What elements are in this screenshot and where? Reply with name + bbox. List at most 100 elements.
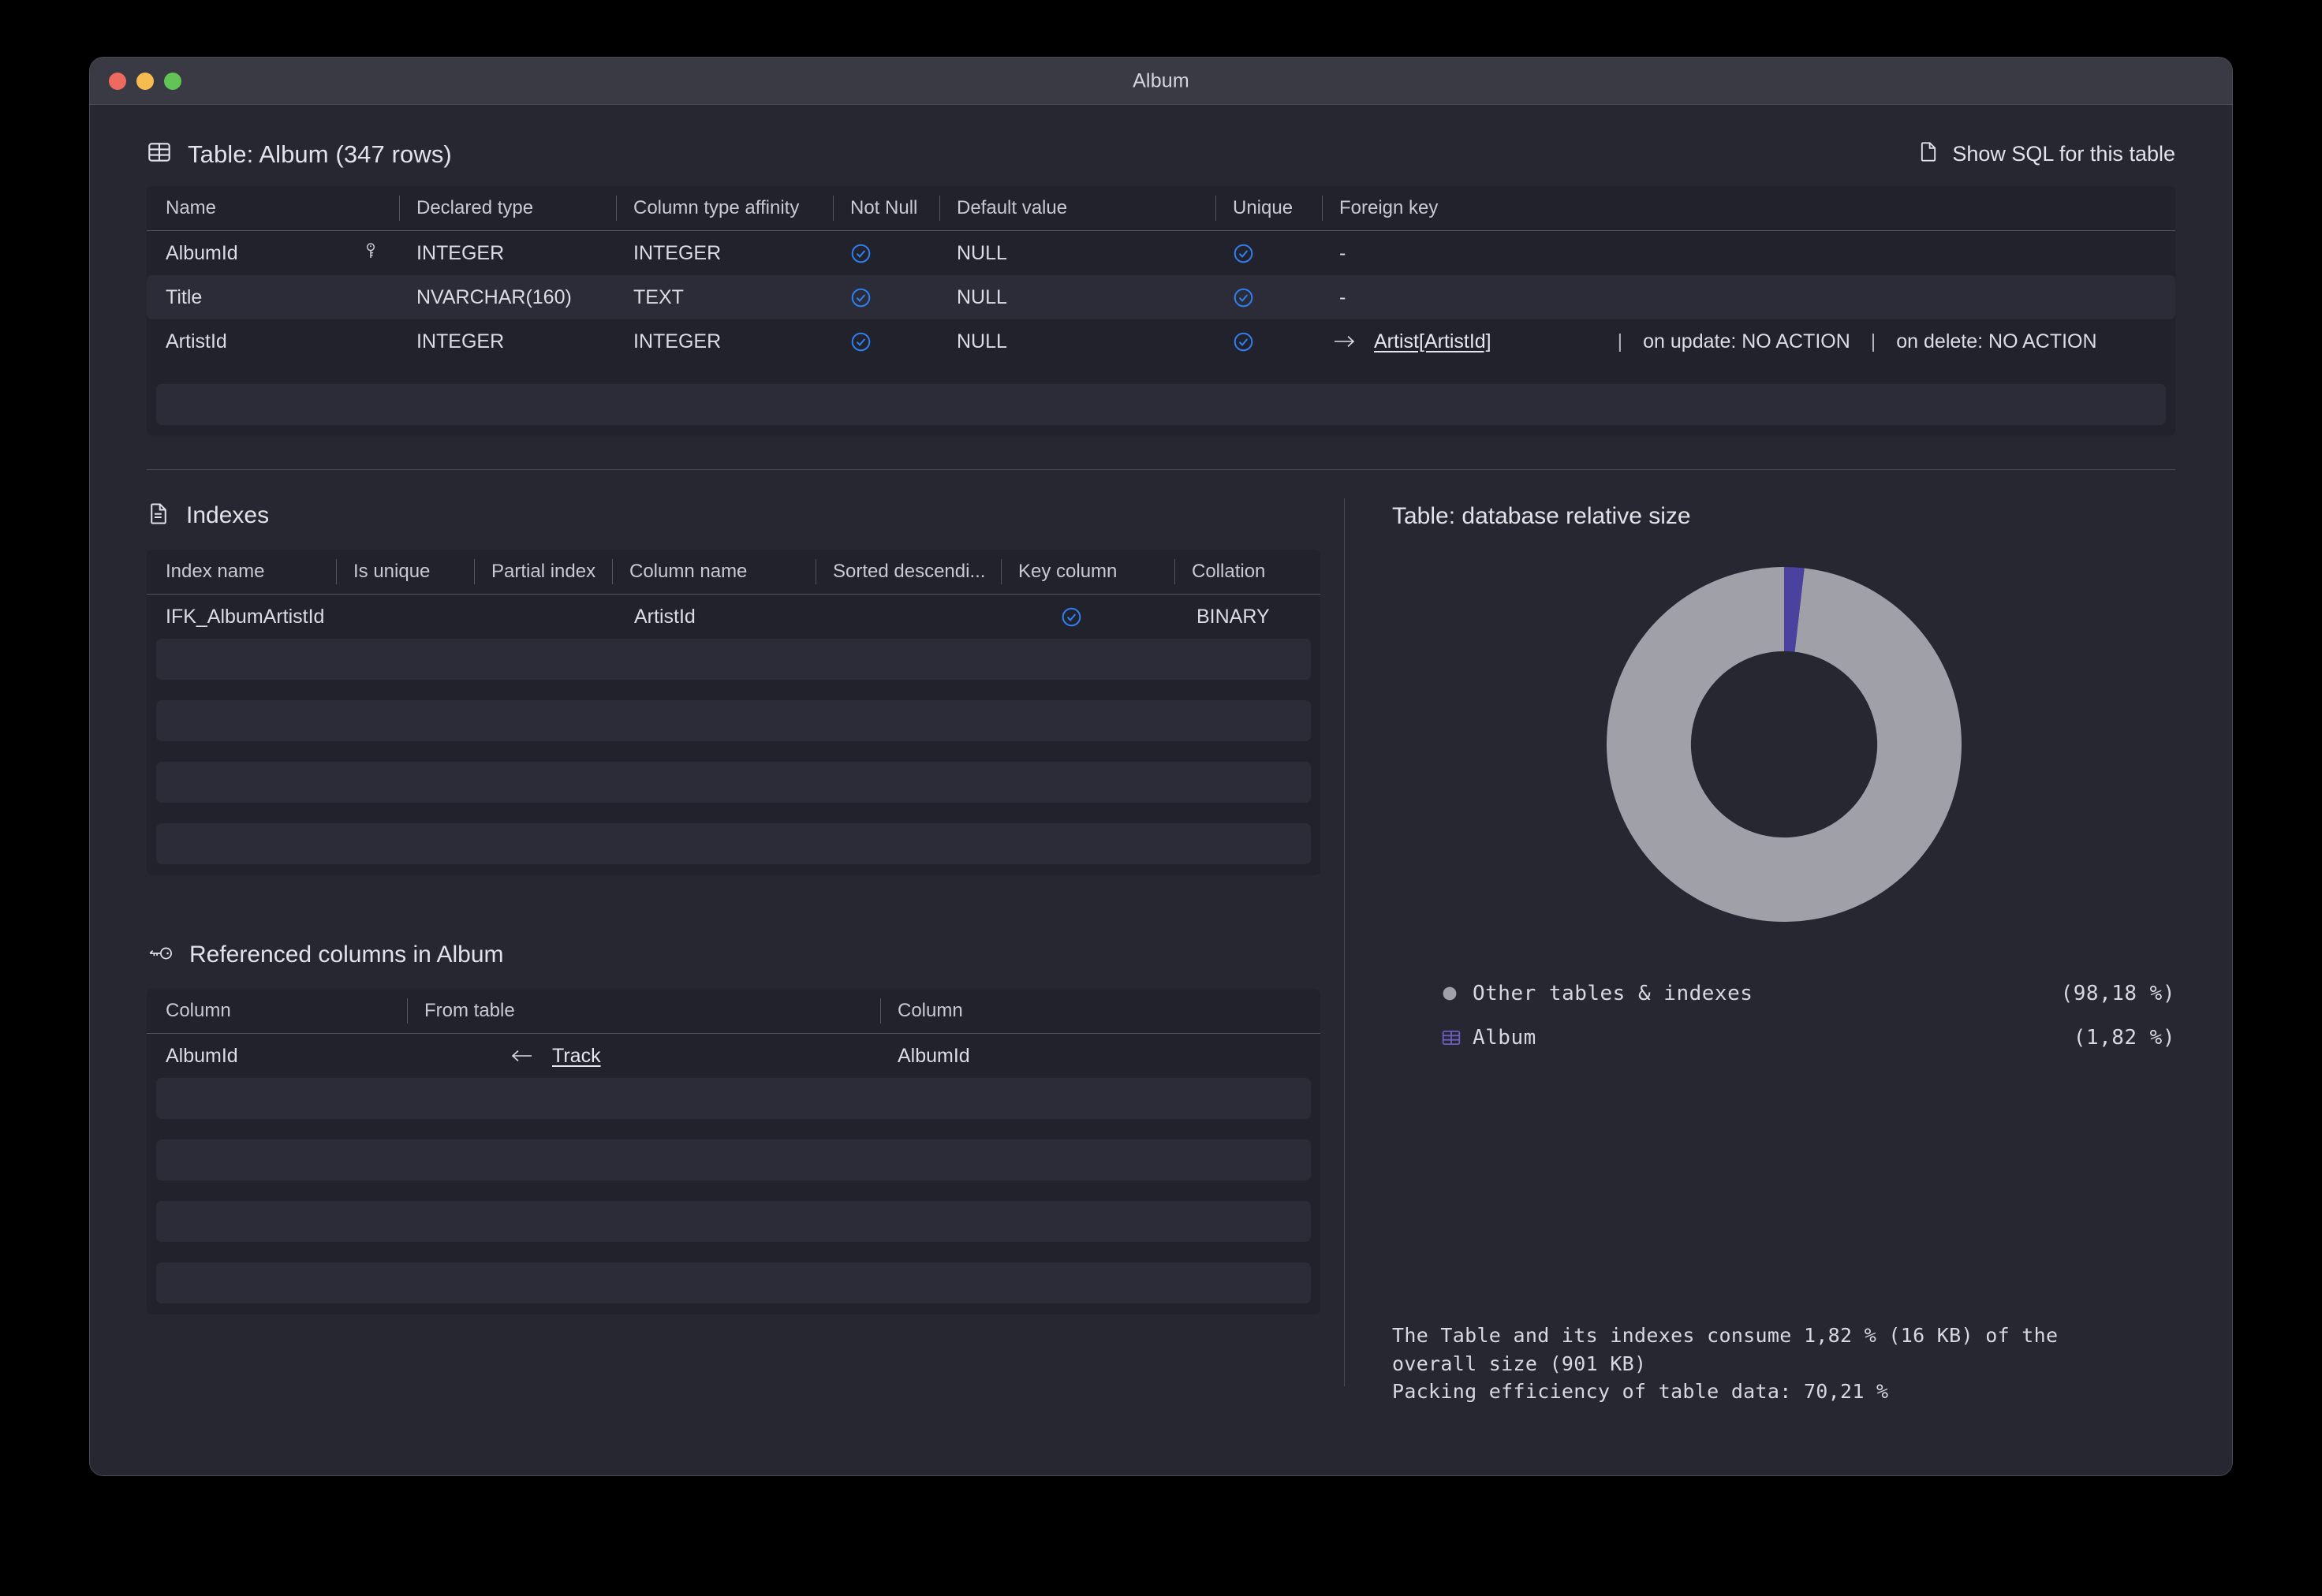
columns-table-header: Name Declared type Column type affinity …	[147, 186, 2175, 231]
cell-unique	[1215, 231, 1322, 275]
check-circle-icon	[1061, 606, 1082, 628]
table-row[interactable]: IFK_AlbumArtistId ArtistId BINARY	[147, 595, 1320, 639]
indexes-section-header: Indexes	[147, 502, 1344, 529]
table-row[interactable]: ArtistId INTEGER INTEGER NULL Artist[Art…	[147, 319, 2175, 364]
table-row[interactable]: AlbumId Track AlbumId	[147, 1034, 1320, 1078]
cell-foreign-key: -	[1339, 285, 1346, 308]
table-row[interactable]: Title NVARCHAR(160) TEXT NULL -	[147, 275, 2175, 319]
window-title: Album	[1133, 69, 1189, 91]
cell-default-value: NULL	[957, 241, 1007, 264]
indexes-table: Index name Is unique Partial index Colum…	[147, 550, 1320, 875]
document-lines-icon	[147, 502, 170, 529]
table-spacer	[147, 1180, 1320, 1201]
fk-separator-2: |	[1870, 330, 1876, 352]
index-header-partial-index[interactable]: Partial index	[474, 550, 612, 594]
left-pane: Indexes Index name Is unique Partial ind…	[90, 470, 1344, 1408]
cell-column-name: ArtistId	[634, 605, 696, 628]
index-header-sorted-descending[interactable]: Sorted descendi...	[816, 550, 1001, 594]
cell-default-value: NULL	[957, 330, 1007, 352]
column-header-default-value[interactable]: Default value	[939, 186, 1215, 230]
cell-name: ArtistId	[166, 330, 227, 352]
ref-header-target-column[interactable]: Column	[880, 989, 1320, 1033]
check-circle-icon	[1233, 287, 1254, 308]
cell-from-table: Track	[407, 1034, 880, 1078]
summary-line-2: overall size (901 KB)	[1392, 1352, 1647, 1375]
columns-table: Name Declared type Column type affinity …	[147, 186, 2175, 436]
table-row-empty	[156, 639, 1311, 680]
indexes-table-header: Index name Is unique Partial index Colum…	[147, 550, 1320, 595]
column-header-not-null[interactable]: Not Null	[833, 186, 939, 230]
referenced-table-header: Column From table Column	[147, 989, 1320, 1034]
index-header-column-name[interactable]: Column name	[612, 550, 816, 594]
summary-line-3: Packing efficiency of table data: 70,21 …	[1392, 1380, 1889, 1403]
table-spacer	[147, 864, 1320, 875]
ref-header-column[interactable]: Column	[147, 989, 407, 1033]
table-spacer	[147, 680, 1320, 700]
show-sql-label: Show SQL for this table	[1952, 142, 2175, 166]
table-spacer	[147, 1242, 1320, 1262]
index-header-key-column[interactable]: Key column	[1001, 550, 1174, 594]
cell-ref-target-column: AlbumId	[898, 1044, 970, 1067]
cell-unique	[1215, 275, 1322, 319]
cell-not-null	[833, 319, 939, 364]
fk-separator-1: |	[1617, 330, 1623, 352]
table-row-empty	[156, 384, 2166, 425]
document-icon	[1917, 140, 1939, 168]
ref-header-from-table[interactable]: From table	[407, 989, 880, 1033]
index-header-collation[interactable]: Collation	[1174, 550, 1320, 594]
legend-percent: (1,82 %)	[2073, 1026, 2175, 1050]
legend-item[interactable]: Other tables & indexes (98,18 %)	[1441, 971, 2175, 1016]
app-window: Album Table: Album (347 rows) Show SQL f…	[89, 57, 2233, 1476]
summary-line-1: The Table and its indexes consume 1,82 %…	[1392, 1324, 2059, 1347]
window-titlebar: Album	[90, 58, 2232, 105]
primary-key-icon	[361, 241, 380, 266]
fk-on-update: on update: NO ACTION	[1643, 330, 1850, 352]
table-row-empty	[156, 1078, 1311, 1119]
cell-declared-type: INTEGER	[416, 330, 505, 352]
cell-not-null	[833, 231, 939, 275]
check-circle-icon	[850, 331, 872, 352]
column-name-label: AlbumId	[166, 241, 238, 264]
check-circle-icon	[850, 243, 872, 264]
cell-ref-column: AlbumId	[166, 1044, 238, 1067]
cell-is-unique	[336, 595, 474, 639]
table-spacer	[147, 364, 2175, 384]
indexes-section-title: Indexes	[186, 502, 270, 528]
column-header-affinity[interactable]: Column type affinity	[616, 186, 833, 230]
table-grid-icon	[147, 140, 172, 169]
referenced-section-header: Referenced columns in Album	[147, 942, 1344, 968]
cell-key-column	[1001, 595, 1174, 639]
index-header-name[interactable]: Index name	[147, 550, 336, 594]
table-spacer	[147, 1303, 1320, 1314]
size-summary: The Table and its indexes consume 1,82 %…	[1392, 1322, 2175, 1406]
show-sql-button[interactable]: Show SQL for this table	[1917, 140, 2175, 168]
size-section-title: Table: database relative size	[1392, 503, 1691, 529]
table-row[interactable]: AlbumId INTEGER INTEGER NULL -	[147, 231, 2175, 275]
cell-declared-type: INTEGER	[416, 241, 505, 264]
cell-not-null	[833, 275, 939, 319]
column-header-declared-type[interactable]: Declared type	[399, 186, 616, 230]
legend-label: Album	[1473, 1026, 1536, 1050]
cell-default-value: NULL	[957, 285, 1007, 308]
cell-unique	[1215, 319, 1322, 364]
legend-item[interactable]: Album (1,82 %)	[1441, 1016, 2175, 1060]
table-row-empty	[156, 762, 1311, 803]
table-row-empty	[156, 1262, 1311, 1303]
cell-affinity: INTEGER	[633, 241, 722, 264]
cell-partial-index	[474, 595, 612, 639]
column-header-unique[interactable]: Unique	[1215, 186, 1322, 230]
cell-foreign-key: Artist[ArtistId] | on update: NO ACTION …	[1322, 319, 2175, 364]
column-header-foreign-key[interactable]: Foreign key	[1322, 186, 2175, 230]
key-horizontal-icon	[147, 943, 174, 968]
column-header-name[interactable]: Name	[147, 186, 399, 230]
legend-percent: (98,18 %)	[2060, 982, 2175, 1005]
foreign-key-link[interactable]: Artist[ArtistId]	[1374, 330, 1491, 353]
cell-name: AlbumId	[147, 231, 399, 275]
table-spacer	[147, 1119, 1320, 1139]
arrow-left-icon	[510, 1047, 533, 1065]
table-section: Table: Album (347 rows) Show SQL for thi…	[90, 105, 2232, 436]
legend-label: Other tables & indexes	[1473, 982, 1753, 1005]
from-table-link[interactable]: Track	[552, 1045, 601, 1068]
index-header-is-unique[interactable]: Is unique	[336, 550, 474, 594]
table-section-title: Table: Album (347 rows)	[188, 140, 452, 168]
